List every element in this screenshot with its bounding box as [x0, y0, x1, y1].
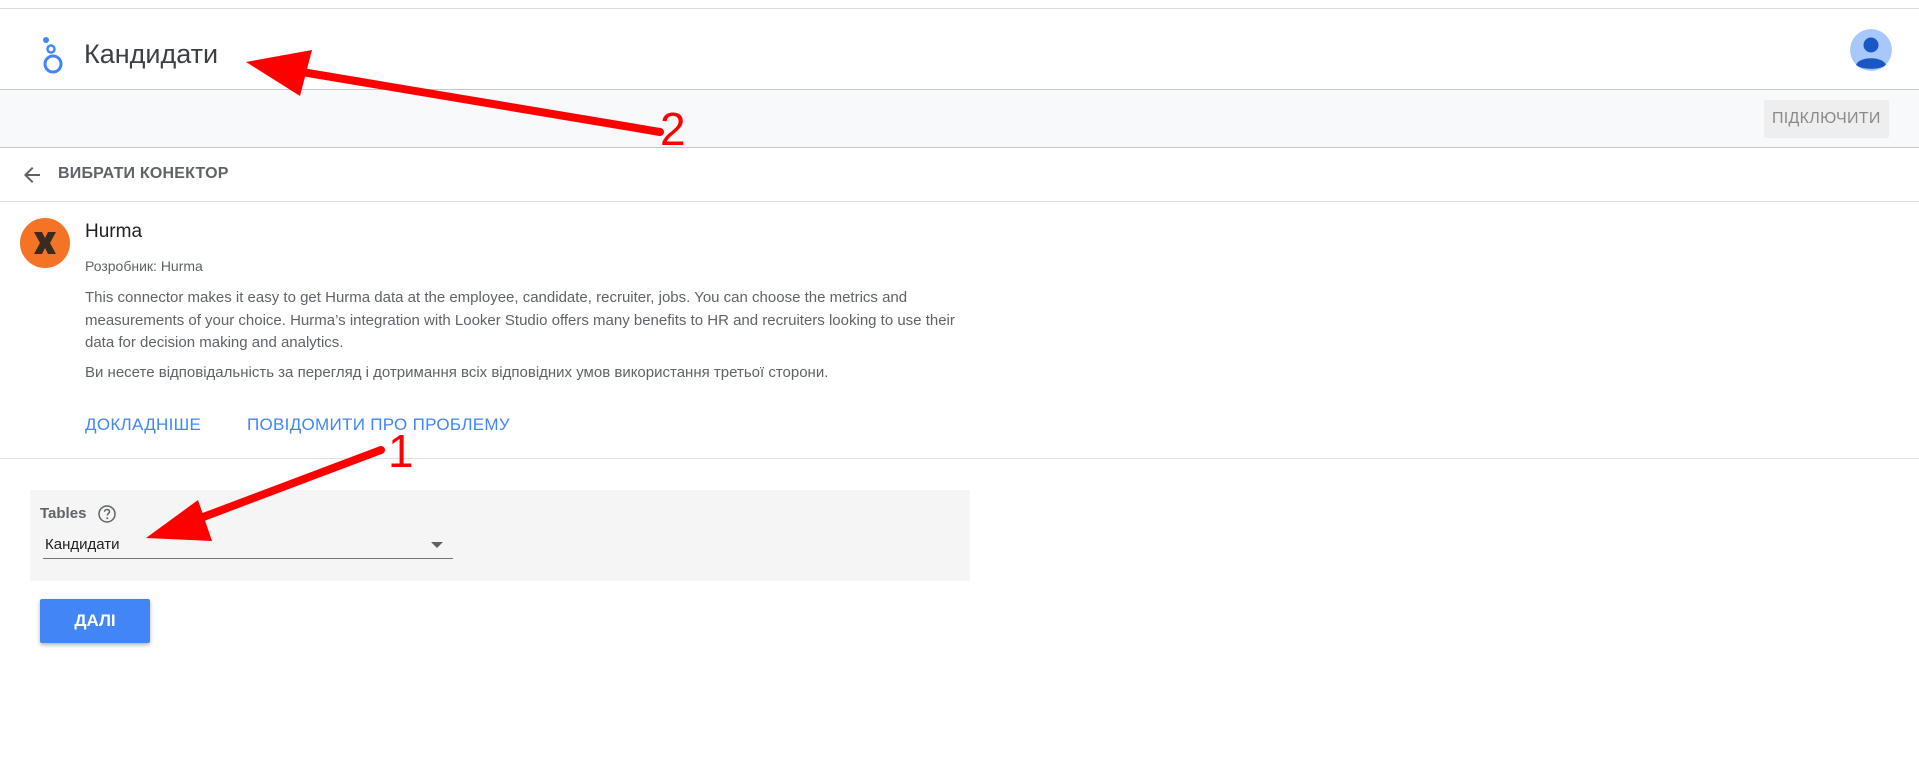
help-circle-icon[interactable] [97, 504, 117, 524]
tables-select[interactable]: Кандидати [43, 530, 453, 559]
browser-top-strip [0, 0, 1919, 9]
choose-connector-link[interactable]: ВИБРАТИ КОНЕКТОР [58, 165, 229, 183]
responsibility-notice: Ви несете відповідальність за перегляд і… [85, 364, 829, 381]
next-button[interactable]: ДАЛІ [40, 599, 150, 643]
tables-select-value: Кандидати [45, 536, 120, 553]
dropdown-arrow-icon [431, 542, 443, 548]
user-avatar-icon[interactable] [1850, 29, 1892, 71]
looker-studio-logo-icon[interactable] [40, 35, 66, 75]
back-row: ВИБРАТИ КОНЕКТОР [0, 148, 1919, 202]
connector-description: This connector makes it easy to get Hurm… [85, 289, 955, 351]
connector-name: Hurma [85, 221, 143, 242]
hurma-logo-icon [20, 218, 70, 268]
annotation-number-1: 1 [388, 425, 414, 477]
connect-button[interactable]: ПІДКЛЮЧИТИ [1764, 100, 1889, 138]
connector-info: Hurma Розробник: Hurma This connector ma… [0, 202, 1919, 459]
page-title: Кандидати [84, 39, 219, 69]
toolbar: ПІДКЛЮЧИТИ [0, 90, 1919, 148]
annotation-number-2: 2 [660, 103, 686, 155]
tables-label: Tables [40, 505, 87, 522]
connector-params: Tables Кандидати [30, 490, 970, 581]
connector-developer: Розробник: Hurma [85, 258, 203, 274]
report-issue-link[interactable]: ПОВІДОМИТИ ПРО ПРОБЛЕМУ [247, 415, 510, 435]
arrow-back-icon[interactable] [20, 163, 44, 187]
app-header: Кандидати [0, 9, 1919, 90]
learn-more-link[interactable]: ДОКЛАДНІШЕ [85, 415, 201, 435]
